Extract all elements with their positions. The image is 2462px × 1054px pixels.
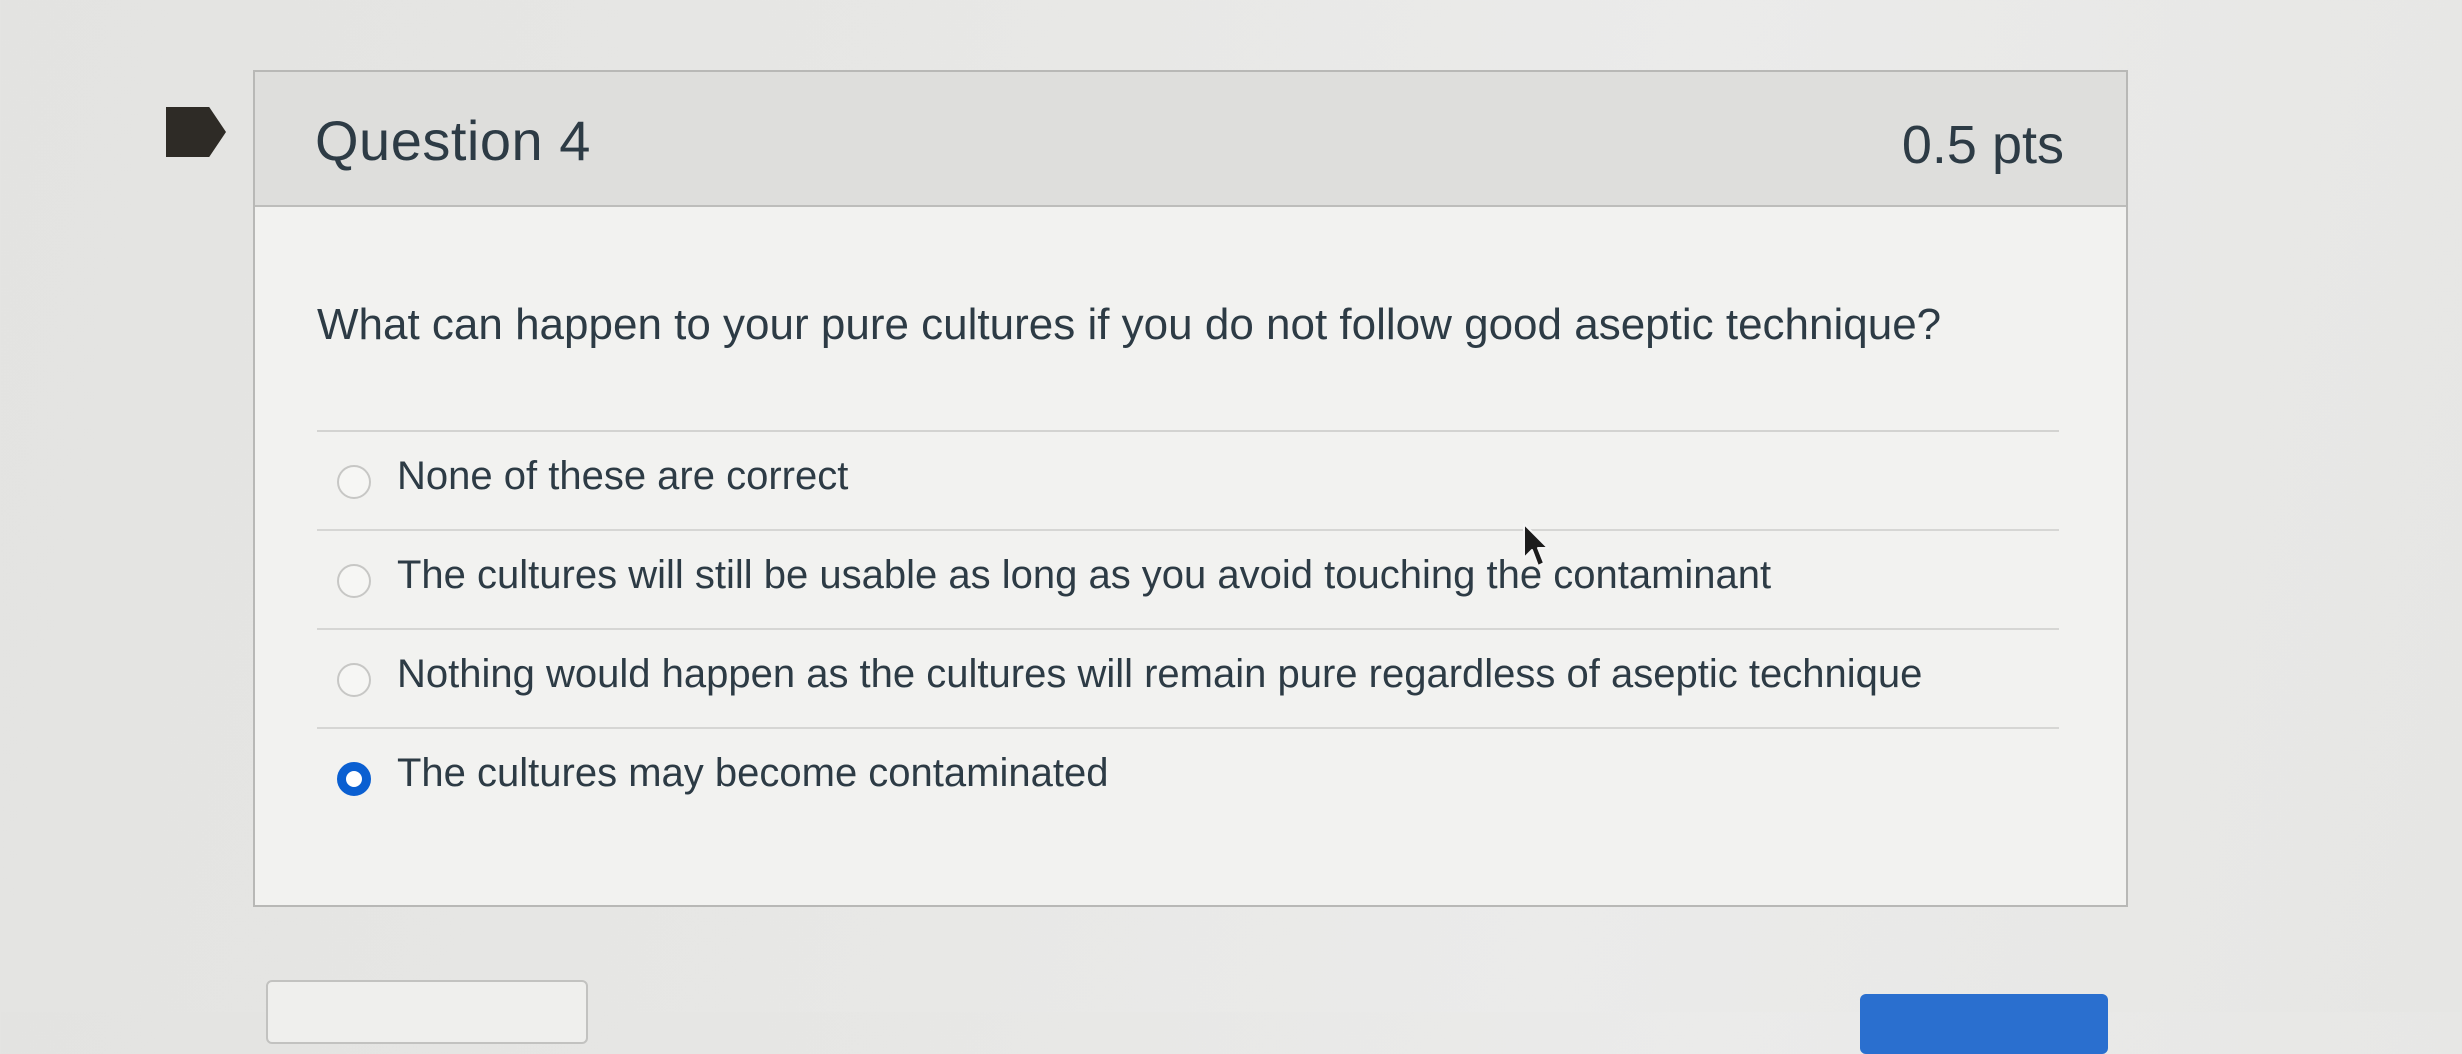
question-card: Question 4 0.5 pts What can happen to yo… (253, 70, 2128, 907)
answer-label[interactable]: The cultures may become contaminated (397, 751, 1108, 796)
radio-button-selected[interactable] (337, 762, 371, 796)
answer-option[interactable]: The cultures may become contaminated (317, 729, 2059, 828)
answer-label[interactable]: Nothing would happen as the cultures wil… (397, 652, 1922, 697)
answer-option[interactable]: Nothing would happen as the cultures wil… (317, 630, 2059, 729)
flag-shape (166, 107, 226, 157)
radio-button[interactable] (337, 465, 371, 499)
next-button[interactable] (1860, 994, 2108, 1054)
question-header: Question 4 0.5 pts (255, 72, 2126, 207)
answer-list: None of these are correct The cultures w… (317, 430, 2059, 828)
question-title: Question 4 (315, 109, 591, 172)
mouse-pointer-icon (1523, 523, 1549, 567)
answer-label[interactable]: None of these are correct (397, 454, 848, 499)
answer-label[interactable]: The cultures will still be usable as lon… (397, 553, 1771, 598)
question-text: What can happen to your pure cultures if… (317, 300, 1942, 349)
answer-option[interactable]: None of these are correct (317, 432, 2059, 531)
previous-button[interactable] (266, 980, 588, 1044)
question-points: 0.5 pts (1901, 115, 2064, 175)
radio-button[interactable] (337, 564, 371, 598)
answer-option[interactable]: The cultures will still be usable as lon… (317, 531, 2059, 630)
radio-button[interactable] (337, 663, 371, 697)
